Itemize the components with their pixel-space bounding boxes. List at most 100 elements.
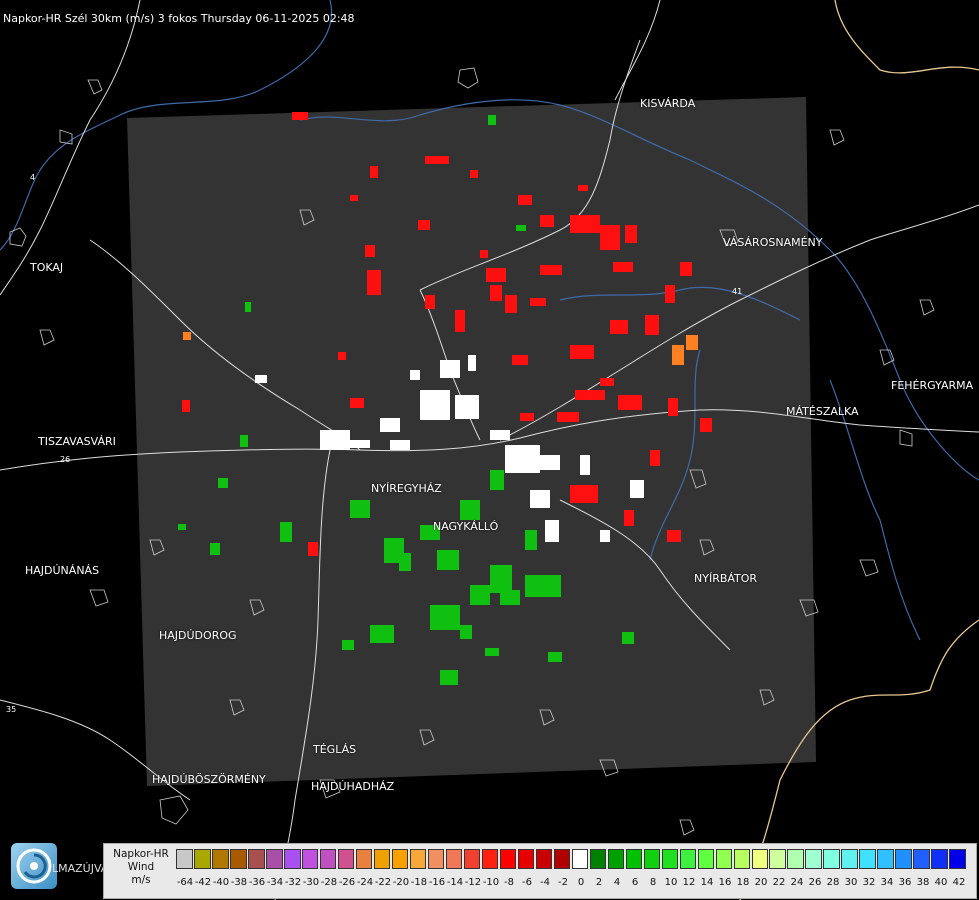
legend-tick-label: 20	[754, 877, 768, 888]
city-hajduhadhaz: HAJDÚHADHÁZ	[311, 780, 395, 793]
legend-swatch	[211, 849, 229, 869]
legend-swatch	[751, 849, 769, 869]
legend-tick-label: -24	[356, 877, 374, 888]
legend-tick-label: -32	[284, 877, 302, 888]
legend-swatch	[607, 849, 625, 869]
legend-swatch	[949, 849, 966, 869]
road-number-35: 35	[6, 705, 16, 714]
legend-swatch	[481, 849, 499, 869]
city-nyiregyhaza: NYÍREGYHÁZ	[371, 482, 442, 495]
legend-swatch	[535, 849, 553, 869]
legend-tick-label: 34	[880, 877, 894, 888]
legend-swatch	[373, 849, 391, 869]
legend-tick-label: -22	[374, 877, 392, 888]
road-number-41: 41	[732, 287, 742, 296]
legend-tick-label: 38	[916, 877, 930, 888]
legend-swatch	[193, 849, 211, 869]
legend-swatch	[895, 849, 912, 869]
radar-coverage-area	[127, 97, 816, 786]
legend-swatch	[643, 849, 661, 869]
road-number-26: 26	[60, 455, 70, 464]
legend-tick-label: 10	[664, 877, 678, 888]
city-hajdudorog: HAJDÚDOROG	[159, 629, 237, 642]
legend-swatch	[499, 849, 517, 869]
legend-swatch	[301, 849, 319, 869]
legend-tick-label: 22	[772, 877, 786, 888]
legend-swatch	[823, 849, 841, 869]
legend-swatch	[265, 849, 283, 869]
legend-title-unit: m/s	[131, 874, 151, 886]
legend-swatch	[176, 849, 193, 869]
legend-tick-label: 26	[808, 877, 822, 888]
legend-swatch	[391, 849, 409, 869]
legend-tick-label: -26	[338, 877, 356, 888]
legend-tick-label: 24	[790, 877, 804, 888]
legend-swatch	[589, 849, 607, 869]
legend-tick-label: 18	[736, 877, 750, 888]
legend-title: Napkor-HR Wind m/s	[108, 848, 174, 887]
legend-swatch	[733, 849, 751, 869]
legend-tick-label: -10	[482, 877, 500, 888]
legend-swatch	[877, 849, 894, 869]
legend-swatch	[697, 849, 715, 869]
legend-tick-label: 8	[649, 877, 657, 888]
legend-tick-label: -34	[266, 877, 284, 888]
legend-swatch	[913, 849, 930, 869]
legend-tick-label: 42	[952, 877, 966, 888]
legend-tick-label: -18	[410, 877, 428, 888]
city-tokaj: TOKAJ	[30, 261, 64, 274]
legend-swatch	[859, 849, 876, 869]
road-number-4: 4	[30, 173, 35, 182]
legend-tick-label: -6	[522, 877, 532, 888]
legend-tick-label: -16	[428, 877, 446, 888]
legend-tick-label: 28	[826, 877, 840, 888]
radar-map: 26 35 41 4	[0, 0, 979, 900]
legend-title-product: Wind	[127, 861, 155, 873]
city-nagykallo: NAGYKÁLLÓ	[433, 520, 499, 533]
legend-swatch	[661, 849, 679, 869]
legend-swatch	[283, 849, 301, 869]
legend-tick-label: 14	[700, 877, 714, 888]
legend-tick-label: 30	[844, 877, 858, 888]
legend-swatches	[176, 849, 967, 869]
city-vasarosnameny: VÁSÁROSNAMÉNY	[723, 236, 823, 249]
legend-swatch	[787, 849, 805, 869]
legend-swatch	[247, 849, 265, 869]
legend-tick-label: 4	[613, 877, 621, 888]
legend-tick-label: -8	[504, 877, 514, 888]
city-mateszalka: MÁTÉSZALKA	[786, 405, 859, 418]
legend-swatch	[625, 849, 643, 869]
legend-tick-label: -28	[320, 877, 338, 888]
legend-title-source: Napkor-HR	[113, 848, 169, 860]
legend-swatch	[319, 849, 337, 869]
legend-swatch	[229, 849, 247, 869]
city-tiszavasvari: TISZAVASVÁRI	[38, 435, 116, 448]
legend-swatch	[445, 849, 463, 869]
legend-tick-label: 12	[682, 877, 696, 888]
legend-swatch	[463, 849, 481, 869]
legend-swatch	[355, 849, 373, 869]
legend-tick-label: -42	[194, 877, 212, 888]
legend-swatch	[553, 849, 571, 869]
legend-swatch	[931, 849, 948, 869]
map-title: Napkor-HR Szél 30km (m/s) 3 fokos Thursd…	[3, 12, 355, 25]
legend-tick-label: 16	[718, 877, 732, 888]
legend-tick-label: -30	[302, 877, 320, 888]
legend-tick-label: -40	[212, 877, 230, 888]
city-fehergyarmat: FEHÉRGYARMA	[891, 379, 974, 392]
napkor-logo-icon	[11, 843, 57, 889]
legend-tick-label: 32	[862, 877, 876, 888]
legend-tick-label: -2	[558, 877, 568, 888]
legend-tick-label: -4	[540, 877, 550, 888]
legend-tick-label: -12	[464, 877, 482, 888]
legend-swatch	[805, 849, 823, 869]
legend-tick-label: -20	[392, 877, 410, 888]
legend-swatch	[769, 849, 787, 869]
legend-swatch	[715, 849, 733, 869]
legend-tick-label: 6	[631, 877, 639, 888]
legend-tick-label: -38	[230, 877, 248, 888]
legend-swatch	[571, 849, 589, 869]
legend-swatch	[337, 849, 355, 869]
legend-tick-label: -14	[446, 877, 464, 888]
wind-legend: Napkor-HR Wind m/s -64 -42 -40 -38 -36 -34 -32…	[103, 843, 977, 899]
